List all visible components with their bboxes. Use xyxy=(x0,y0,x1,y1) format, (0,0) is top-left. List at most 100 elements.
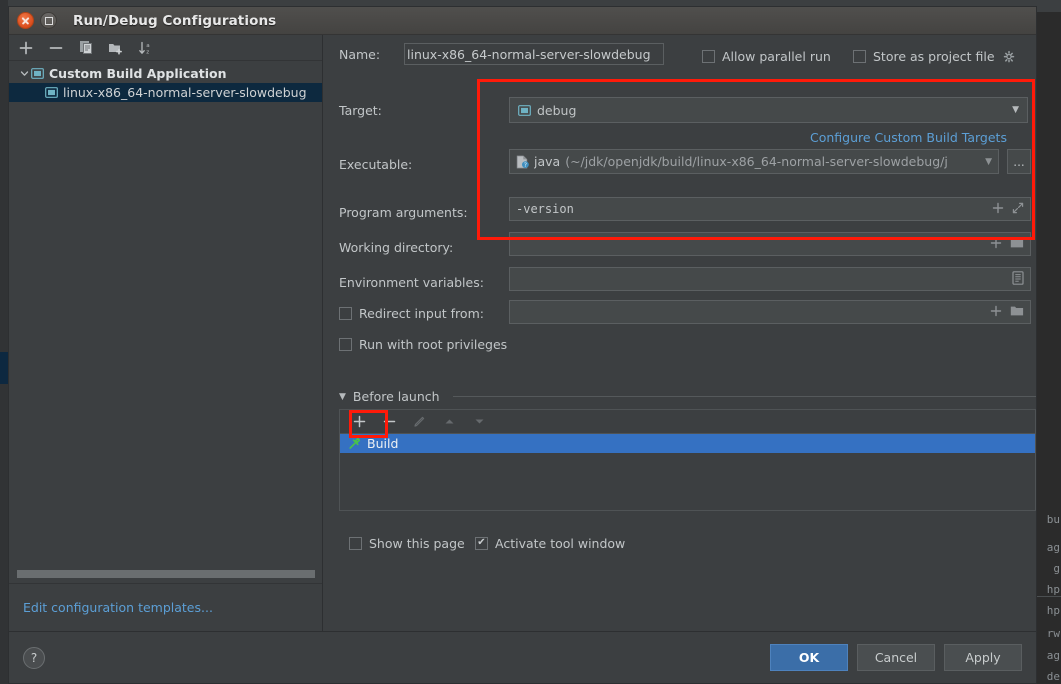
allow-parallel-run-checkbox[interactable]: Allow parallel run xyxy=(702,45,831,67)
target-combobox[interactable]: debug ▼ xyxy=(509,97,1028,123)
background-text-fragment: bu xyxy=(1046,513,1060,526)
before-launch-task-label: Build xyxy=(367,436,399,451)
dialog-footer: ? OK Cancel Apply xyxy=(9,631,1036,683)
chevron-down-icon[interactable]: ▼ xyxy=(339,392,346,402)
move-down-button[interactable] xyxy=(471,414,487,430)
sidebar-horizontal-scrollbar[interactable] xyxy=(9,567,322,583)
target-label: Target: xyxy=(339,102,382,118)
insert-macro-icon[interactable] xyxy=(990,237,1002,252)
chevron-down-icon[interactable] xyxy=(17,69,31,78)
background-text-fragment: ag xyxy=(1046,649,1060,662)
background-text-fragment: ag xyxy=(1046,541,1060,554)
configure-custom-build-targets-link[interactable]: Configure Custom Build Targets xyxy=(810,130,1007,145)
remove-configuration-button[interactable] xyxy=(48,40,64,56)
browse-folder-icon[interactable] xyxy=(1010,237,1024,252)
copy-configuration-button[interactable] xyxy=(78,40,94,56)
executable-name: java xyxy=(534,154,561,169)
program-arguments-input[interactable]: -version xyxy=(509,197,1031,221)
scrollbar-thumb[interactable] xyxy=(17,570,315,578)
close-icon[interactable] xyxy=(17,12,34,29)
svg-text:z: z xyxy=(146,49,149,55)
configurations-tree[interactable]: Custom Build Application linux-x86_64-no… xyxy=(9,61,322,567)
before-launch-task-list[interactable]: Build xyxy=(340,434,1035,510)
before-launch-panel: Build xyxy=(339,409,1036,511)
redirect-input-from-input[interactable] xyxy=(509,300,1031,324)
build-target-icon xyxy=(518,104,531,117)
target-value: debug xyxy=(537,102,577,118)
before-launch-task-item[interactable]: Build xyxy=(340,434,1035,453)
background-left-strip xyxy=(0,0,8,684)
name-input[interactable]: linux-x86_64-normal-server-slowdebug xyxy=(404,43,664,65)
background-text-fragment: hp xyxy=(1046,604,1060,617)
edit-configuration-templates-link[interactable]: Edit configuration templates... xyxy=(23,600,213,615)
run-with-root-privileges-checkbox[interactable]: Run with root privileges xyxy=(339,333,507,355)
insert-macro-icon[interactable] xyxy=(990,305,1002,320)
sidebar-footer: Edit configuration templates... xyxy=(9,583,322,631)
environment-variables-row: Environment variables: xyxy=(339,271,484,293)
before-launch-toolbar xyxy=(340,410,1035,434)
before-launch-header[interactable]: ▼ Before launch xyxy=(339,389,1036,404)
redirect-input-from-box[interactable] xyxy=(339,306,352,320)
background-text-fragment: rw xyxy=(1046,627,1060,640)
run-debug-configurations-dialog: Run/Debug Configurations a z Custom Buil… xyxy=(8,6,1037,684)
svg-text:?: ? xyxy=(524,162,527,169)
dialog-buttons: OK Cancel Apply xyxy=(770,644,1022,671)
name-input-value: linux-x86_64-normal-server-slowdebug xyxy=(407,46,651,62)
run-with-root-privileges-label: Run with root privileges xyxy=(359,336,508,352)
show-this-page-checkbox[interactable]: Show this page xyxy=(349,532,465,554)
remove-task-button[interactable] xyxy=(381,414,397,430)
cancel-button[interactable]: Cancel xyxy=(857,644,935,671)
store-as-project-file-box[interactable] xyxy=(853,49,866,63)
move-up-button[interactable] xyxy=(441,414,457,430)
svg-text:a: a xyxy=(146,43,149,49)
custom-build-application-icon xyxy=(31,67,44,80)
gear-icon[interactable] xyxy=(1002,49,1016,63)
sort-alpha-icon[interactable]: a z xyxy=(138,40,154,56)
name-label: Name: xyxy=(339,46,381,62)
folder-add-icon[interactable] xyxy=(108,40,124,56)
executable-combobox[interactable]: ? java (~/jdk/openjdk/build/linux-x86_64… xyxy=(509,149,999,174)
activate-tool-window-box[interactable] xyxy=(475,536,488,550)
background-right-top xyxy=(1037,0,1061,12)
program-arguments-row: Program arguments: xyxy=(339,201,468,223)
redirect-input-from-checkbox[interactable]: Redirect input from: xyxy=(339,302,484,324)
dialog-titlebar[interactable]: Run/Debug Configurations xyxy=(9,7,1036,35)
chevron-down-icon[interactable]: ▼ xyxy=(1012,105,1019,115)
build-hammer-icon xyxy=(348,437,361,450)
browse-folder-icon[interactable] xyxy=(1010,305,1024,320)
java-executable-icon: ? xyxy=(516,155,529,169)
help-button[interactable]: ? xyxy=(23,646,45,669)
expand-editor-icon[interactable] xyxy=(1012,202,1024,217)
edit-environment-variables-icon[interactable] xyxy=(1012,270,1024,288)
program-arguments-label: Program arguments: xyxy=(339,204,468,220)
edit-task-button[interactable] xyxy=(411,414,427,430)
activate-tool-window-checkbox[interactable]: Activate tool window xyxy=(475,532,625,554)
tree-group-custom-build-application[interactable]: Custom Build Application xyxy=(9,64,322,83)
add-task-button[interactable] xyxy=(351,414,367,430)
allow-parallel-run-box[interactable] xyxy=(702,49,715,63)
ok-label: OK xyxy=(798,650,820,665)
show-this-page-box[interactable] xyxy=(349,536,362,550)
ok-button[interactable]: OK xyxy=(770,644,848,671)
executable-browse-button[interactable]: ... xyxy=(1007,149,1031,174)
environment-variables-input[interactable] xyxy=(509,267,1031,291)
show-this-page-label: Show this page xyxy=(369,535,465,551)
chevron-down-icon[interactable]: ▼ xyxy=(985,157,992,167)
run-with-root-privileges-box[interactable] xyxy=(339,337,352,351)
working-directory-input[interactable] xyxy=(509,232,1031,256)
add-configuration-button[interactable] xyxy=(18,40,34,56)
maximize-icon[interactable] xyxy=(40,12,57,29)
apply-button[interactable]: Apply xyxy=(944,644,1022,671)
insert-macro-icon[interactable] xyxy=(992,202,1004,217)
background-text-fragment: hp xyxy=(1046,583,1060,596)
dialog-body: a z Custom Build Application linux-x86_6… xyxy=(9,35,1036,631)
cancel-label: Cancel xyxy=(874,650,918,665)
before-launch-title: Before launch xyxy=(352,389,440,404)
executable-label: Executable: xyxy=(339,156,413,172)
redirect-input-from-label: Redirect input from: xyxy=(359,305,484,321)
configuration-icon xyxy=(45,86,58,99)
tree-item-configuration[interactable]: linux-x86_64-normal-server-slowdebug xyxy=(9,83,322,102)
store-as-project-file-checkbox[interactable]: Store as project file xyxy=(853,45,1016,67)
allow-parallel-run-label: Allow parallel run xyxy=(722,48,831,64)
background-rule xyxy=(1037,596,1061,597)
